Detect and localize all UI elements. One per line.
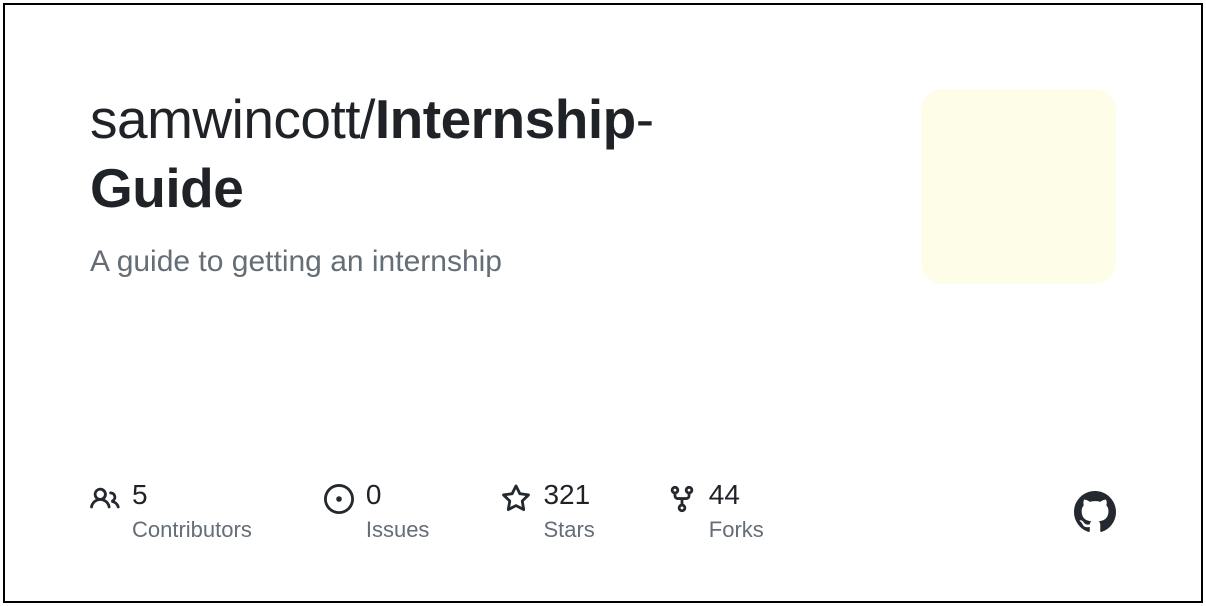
repo-name-hyphen: - <box>636 88 654 150</box>
stat-issues[interactable]: 0 Issues <box>324 480 430 543</box>
stat-value: 0 <box>366 480 430 511</box>
stat-label: Stars <box>543 517 594 543</box>
issue-icon <box>324 484 354 514</box>
stat-content: 321 Stars <box>543 480 594 543</box>
repo-avatar <box>921 89 1116 284</box>
repo-owner[interactable]: samwincott <box>90 88 360 150</box>
stat-content: 44 Forks <box>709 480 764 543</box>
stat-forks[interactable]: 44 Forks <box>667 480 764 543</box>
header-row: samwincott/Internship- Guide A guide to g… <box>90 85 1116 284</box>
repo-name-part2[interactable]: Guide <box>90 157 243 219</box>
repo-description: A guide to getting an internship <box>90 245 654 279</box>
title-section: samwincott/Internship- Guide A guide to g… <box>90 85 654 279</box>
github-logo-icon[interactable] <box>1074 491 1116 533</box>
stat-stars[interactable]: 321 Stars <box>501 480 594 543</box>
stat-value: 321 <box>543 480 594 511</box>
stat-label: Contributors <box>132 517 252 543</box>
repo-social-card: samwincott/Internship- Guide A guide to g… <box>3 3 1203 603</box>
stat-value: 44 <box>709 480 764 511</box>
stat-contributors[interactable]: 5 Contributors <box>90 480 252 543</box>
separator: / <box>360 88 375 150</box>
repo-title: samwincott/Internship- Guide <box>90 85 654 223</box>
repo-name-part1[interactable]: Internship <box>375 88 636 150</box>
stat-content: 0 Issues <box>366 480 430 543</box>
people-icon <box>90 484 120 514</box>
stat-value: 5 <box>132 480 252 511</box>
fork-icon <box>667 484 697 514</box>
stat-content: 5 Contributors <box>132 480 252 543</box>
bottom-row: 5 Contributors 0 Issues <box>90 480 1116 543</box>
stat-label: Issues <box>366 517 430 543</box>
star-icon <box>501 484 531 514</box>
stat-label: Forks <box>709 517 764 543</box>
stats-row: 5 Contributors 0 Issues <box>90 480 764 543</box>
